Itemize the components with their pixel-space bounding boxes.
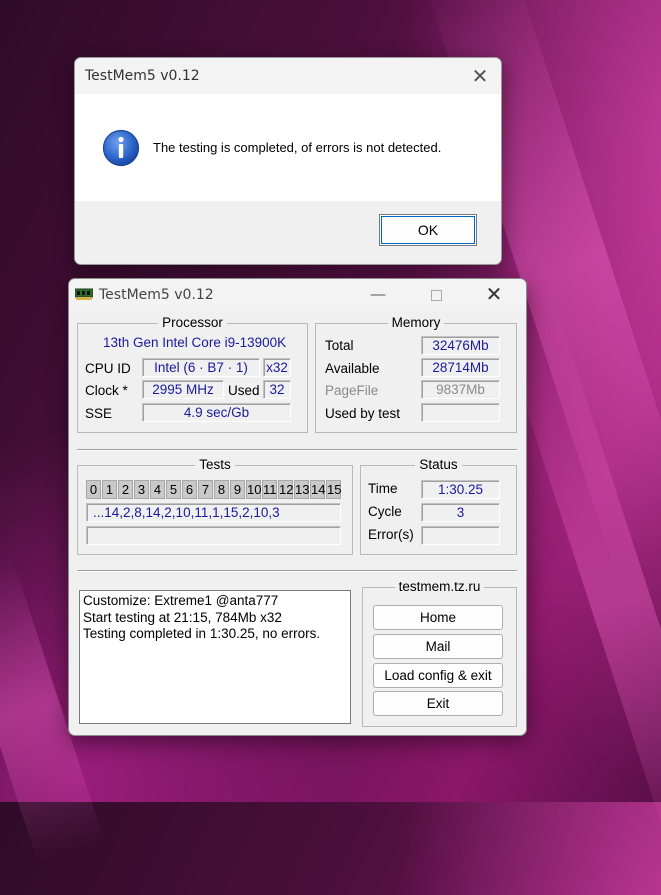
dialog-message: The testing is completed, of errors is n… — [153, 140, 442, 155]
window-titlebar[interactable]: TestMem5 v0.12 — ✕ — [69, 279, 526, 311]
total-value: 32476Mb — [421, 336, 500, 355]
log-line: Start testing at 21:15, 784Mb x32 — [83, 609, 282, 625]
maximize-icon — [430, 289, 442, 301]
log-line: Customize: Extreme1 @anta777 — [83, 593, 279, 608]
tests-heading: Tests — [195, 457, 235, 472]
test-cell: 2 — [118, 480, 133, 499]
exit-button[interactable]: Exit — [373, 691, 503, 716]
maximize-button[interactable] — [413, 282, 459, 308]
home-button[interactable]: Home — [373, 605, 503, 630]
sse-value: 4.9 sec/Gb — [142, 403, 291, 422]
test-cell: 4 — [150, 480, 165, 499]
cycle-value: 3 — [421, 503, 500, 522]
available-value: 28714Mb — [421, 358, 500, 377]
usedbytest-label: Used by test — [325, 406, 401, 421]
window-close-button[interactable]: ✕ — [471, 282, 517, 308]
test-progress-bar — [86, 526, 341, 545]
test-cell: 7 — [198, 480, 213, 499]
processor-heading: Processor — [158, 315, 227, 330]
test-cell: 10 — [246, 480, 262, 499]
test-cell: 13 — [294, 480, 310, 499]
used-value: 32 — [263, 380, 291, 399]
test-cell: 11 — [262, 480, 277, 499]
separator — [77, 570, 517, 572]
test-cell: 9 — [230, 480, 245, 499]
total-label: Total — [325, 338, 354, 353]
pagefile-label: PageFile — [325, 383, 379, 398]
test-cell: 5 — [166, 480, 181, 499]
dialog-titlebar[interactable]: TestMem5 v0.12 ✕ — [75, 58, 501, 94]
memory-chip-icon — [75, 288, 93, 300]
test-sequence: ...14,2,8,14,2,10,11,1,15,2,10,3 — [86, 503, 341, 522]
status-heading: Status — [415, 457, 462, 472]
sse-label: SSE — [85, 406, 113, 421]
mail-button[interactable]: Mail — [373, 634, 503, 659]
time-label: Time — [368, 481, 398, 496]
cpuid-value: Intel (6 · B7 · 1) — [142, 358, 260, 377]
test-cell: 1 — [102, 480, 117, 499]
test-cell: 0 — [86, 480, 101, 499]
available-label: Available — [325, 361, 380, 376]
test-cell: 14 — [310, 480, 326, 499]
dialog-close-button[interactable]: ✕ — [465, 62, 495, 90]
message-dialog: TestMem5 v0.12 ✕ The testing is complete… — [74, 57, 502, 265]
errors-value — [421, 526, 500, 545]
load-config-exit-button[interactable]: Load config & exit — [373, 663, 503, 688]
used-label: Used — [228, 383, 260, 398]
dialog-title: TestMem5 v0.12 — [85, 68, 200, 84]
test-cell: 6 — [182, 480, 197, 499]
clock-label: Clock * — [85, 383, 128, 398]
usedbytest-value — [421, 403, 500, 422]
test-cell: 12 — [278, 480, 294, 499]
ok-button[interactable]: OK — [379, 214, 477, 246]
cycle-label: Cycle — [368, 504, 402, 519]
test-cell: 15 — [326, 480, 342, 499]
site-heading: testmem.tz.ru — [394, 579, 485, 594]
errors-label: Error(s) — [368, 527, 414, 542]
info-icon — [102, 129, 140, 167]
arch-value: x32 — [263, 358, 291, 377]
window-title: TestMem5 v0.12 — [99, 287, 214, 303]
minimize-button[interactable]: — — [355, 282, 401, 308]
test-cell: 3 — [134, 480, 149, 499]
cpu-name: 13th Gen Intel Core i9-13900K — [103, 335, 287, 350]
separator — [77, 449, 517, 451]
log-line: Testing completed in 1:30.25, no errors. — [83, 626, 321, 641]
testmem-main-window: TestMem5 v0.12 — ✕ Processor 13th Gen In… — [68, 278, 527, 736]
cpuid-label: CPU ID — [85, 361, 131, 376]
time-value: 1:30.25 — [421, 480, 500, 499]
log-output[interactable]: Customize: Extreme1 @anta777 Start testi… — [79, 590, 351, 724]
memory-heading: Memory — [387, 315, 445, 330]
pagefile-value: 9837Mb — [421, 380, 500, 399]
test-cell: 8 — [214, 480, 229, 499]
clock-value: 2995 MHz — [142, 380, 224, 399]
